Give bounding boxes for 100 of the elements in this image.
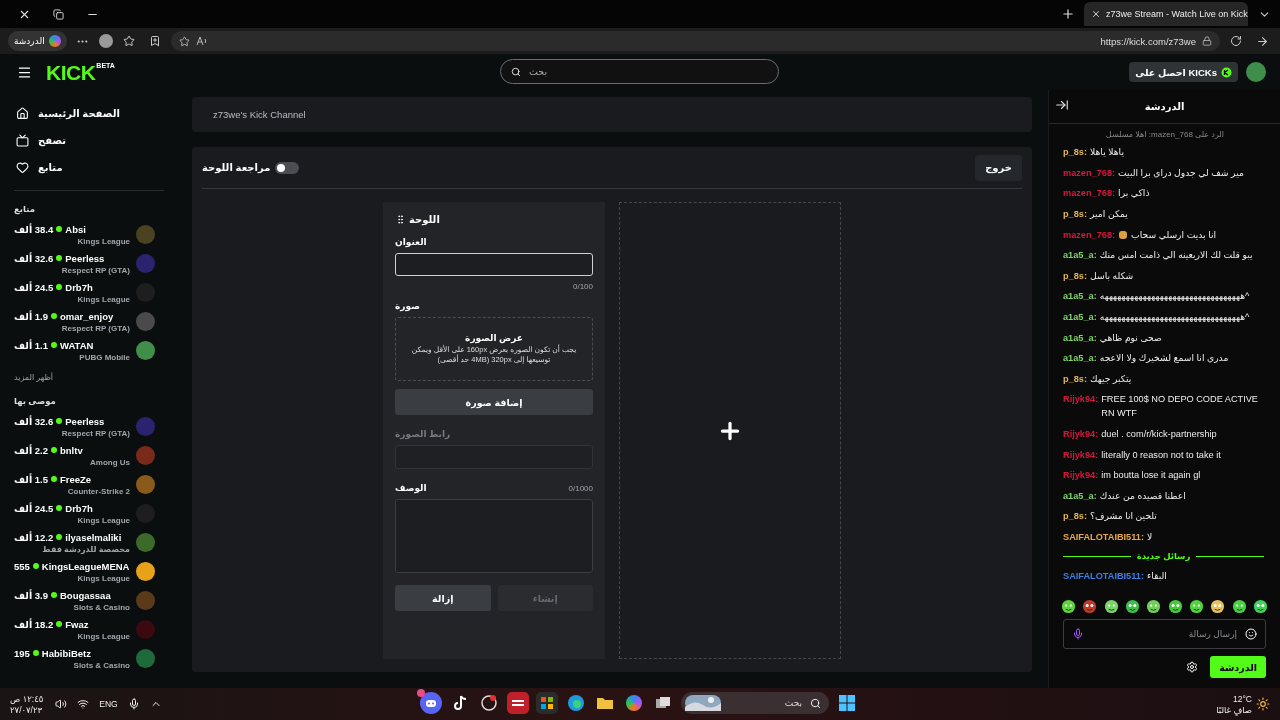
search-input[interactable]: بحث <box>527 65 768 78</box>
emote-icon[interactable] <box>1210 599 1226 614</box>
chat-username[interactable]: a1a5_a: <box>1063 330 1097 345</box>
chat-username[interactable]: Rijyk94: <box>1063 392 1099 407</box>
address-bar[interactable]: https://kick.com/z73we <box>170 31 1220 51</box>
emote-icon[interactable] <box>1252 599 1268 614</box>
copilot-icon <box>48 35 61 47</box>
field-label: صورة <box>395 301 421 311</box>
chat-username[interactable]: a1a5_a: <box>1063 310 1097 325</box>
volume-icon[interactable] <box>55 698 68 710</box>
taskbar-search-input[interactable]: بحث <box>727 697 804 709</box>
channel-name: Drb7h <box>65 281 93 293</box>
emote-icon[interactable] <box>1231 599 1247 614</box>
taskbar-search-bar[interactable]: بحث <box>681 692 829 714</box>
chat-message: literally 0 reason not to take it <box>1101 448 1221 462</box>
chat-username[interactable]: SAIFALOTAIBI511: <box>1063 530 1144 544</box>
remove-button[interactable]: إزالة <box>395 585 491 611</box>
chat-username[interactable]: SAIFALOTAIBI511: <box>1063 568 1144 583</box>
exit-button[interactable]: خروج <box>975 154 1022 181</box>
chat-username[interactable]: mazen_768: <box>1063 186 1116 201</box>
nav-item[interactable]: تصفح <box>14 127 164 154</box>
channel-category: Kings League <box>76 573 130 583</box>
chat-username[interactable]: p_8s: <box>1063 371 1087 386</box>
circle-app-icon[interactable] <box>478 692 500 714</box>
chat-username[interactable]: p_8s: <box>1063 145 1087 160</box>
chat-title: الدردشة <box>1144 101 1185 112</box>
chat-input[interactable]: إرسال رسالة <box>1090 628 1239 640</box>
viewer-count: 24.5 ألف <box>14 502 54 514</box>
live-dot <box>56 621 63 627</box>
review-switch[interactable] <box>275 161 300 174</box>
add-image-button[interactable]: إضافة صورة <box>395 389 593 415</box>
temperature: 12°C <box>1233 693 1252 704</box>
drag-handle-icon[interactable] <box>395 214 406 225</box>
store-app-icon[interactable] <box>536 692 558 714</box>
nav-item[interactable]: متابع <box>14 154 164 181</box>
tv-icon <box>16 134 29 147</box>
mic-icon[interactable] <box>127 698 140 710</box>
chat-username[interactable]: p_8s: <box>1063 268 1087 283</box>
section-title: موصى بها <box>14 396 57 406</box>
language-indicator[interactable]: ENG <box>99 699 118 709</box>
chat-username[interactable]: Rijyk94: <box>1063 468 1099 483</box>
chat-username[interactable]: a1a5_a: <box>1063 488 1097 503</box>
search-icon <box>810 697 821 709</box>
chat-username[interactable]: a1a5_a: <box>1063 289 1097 304</box>
get-kicks-button[interactable]: احصل على KICKs <box>1129 62 1238 82</box>
title-field[interactable] <box>395 253 593 276</box>
chat-username[interactable]: Rijyk94: <box>1063 447 1099 462</box>
channel-name: Drb7h <box>65 502 93 514</box>
char-counter: 0/100 <box>572 282 593 291</box>
chat-username[interactable]: p_8s: <box>1063 207 1087 222</box>
discord-app-icon[interactable] <box>420 692 442 714</box>
chat-username[interactable]: a1a5_a: <box>1063 351 1097 366</box>
channel-category: Counter-Strike 2 <box>66 486 130 496</box>
windows-start-icon[interactable] <box>836 692 858 714</box>
viewer-count: 1.1 ألف <box>14 339 48 351</box>
channel-title: z73we's Kick Channel <box>213 109 306 120</box>
chat-username[interactable]: mazen_768: <box>1063 165 1116 180</box>
channel-category: مخصصة للدردشة فقط <box>41 544 130 554</box>
emote-icon[interactable] <box>1125 599 1140 614</box>
emoji-icon[interactable] <box>1245 628 1257 640</box>
chat-input-box[interactable]: إرسال رسالة <box>1063 619 1266 649</box>
chat-message: لا <box>1147 531 1153 544</box>
clock-time: ١٢:٤٥ ص <box>10 693 44 704</box>
user-avatar[interactable] <box>1246 62 1266 82</box>
chat-username[interactable]: Rijyk94: <box>1063 427 1099 441</box>
settings-icon[interactable] <box>1186 661 1199 673</box>
show-more-link[interactable]: أظهر المزيد <box>14 373 164 382</box>
search-bar[interactable]: بحث <box>500 59 779 84</box>
chat-username[interactable]: p_8s: <box>1063 509 1087 524</box>
collapse-chat-icon[interactable] <box>1055 98 1069 112</box>
read-aloud-icon[interactable] <box>195 36 208 46</box>
chat-username[interactable]: a1a5_a: <box>1063 248 1097 263</box>
chat-username[interactable]: mazen_768: <box>1063 227 1116 242</box>
emote-icon[interactable] <box>1103 599 1119 614</box>
channel-item[interactable]: 195 HabibiBetz Slots & Casino <box>14 644 164 673</box>
wifi-icon[interactable] <box>77 698 90 710</box>
chat-send-button[interactable]: الدردشة <box>1210 656 1266 678</box>
emote-icon[interactable] <box>1061 599 1076 614</box>
browser-tab[interactable]: z73we Stream - Watch Live on Kick <box>1084 2 1248 26</box>
kick-coin-icon <box>1221 66 1232 78</box>
emote-icon[interactable] <box>1167 599 1183 614</box>
browser-app-icon[interactable] <box>565 692 587 714</box>
description-field[interactable] <box>395 499 593 573</box>
star-icon[interactable] <box>178 35 190 47</box>
emote-icon[interactable] <box>1082 599 1098 614</box>
lock-icon <box>1202 36 1212 46</box>
channel-name: omar_enjoy <box>60 310 114 322</box>
profile-button[interactable]: الدردشة <box>8 31 67 51</box>
toggle-label: مراجعة اللوحة <box>202 162 271 173</box>
emote-icon[interactable] <box>1146 599 1162 614</box>
search-icon <box>511 66 521 77</box>
live-dot <box>56 418 63 424</box>
emote-icon[interactable] <box>1188 599 1204 614</box>
channel-item[interactable]: 555 KingsLeagueMENA Kings League <box>14 557 164 586</box>
voice-app-icon[interactable] <box>507 692 529 714</box>
channel-name: KingsLeagueMENA <box>41 560 130 572</box>
channel-category: Slots & Casino <box>72 660 130 670</box>
live-dot <box>32 650 39 656</box>
profile-avatar[interactable] <box>98 34 113 48</box>
nav-item[interactable]: الصفحة الرئيسية <box>14 100 164 127</box>
